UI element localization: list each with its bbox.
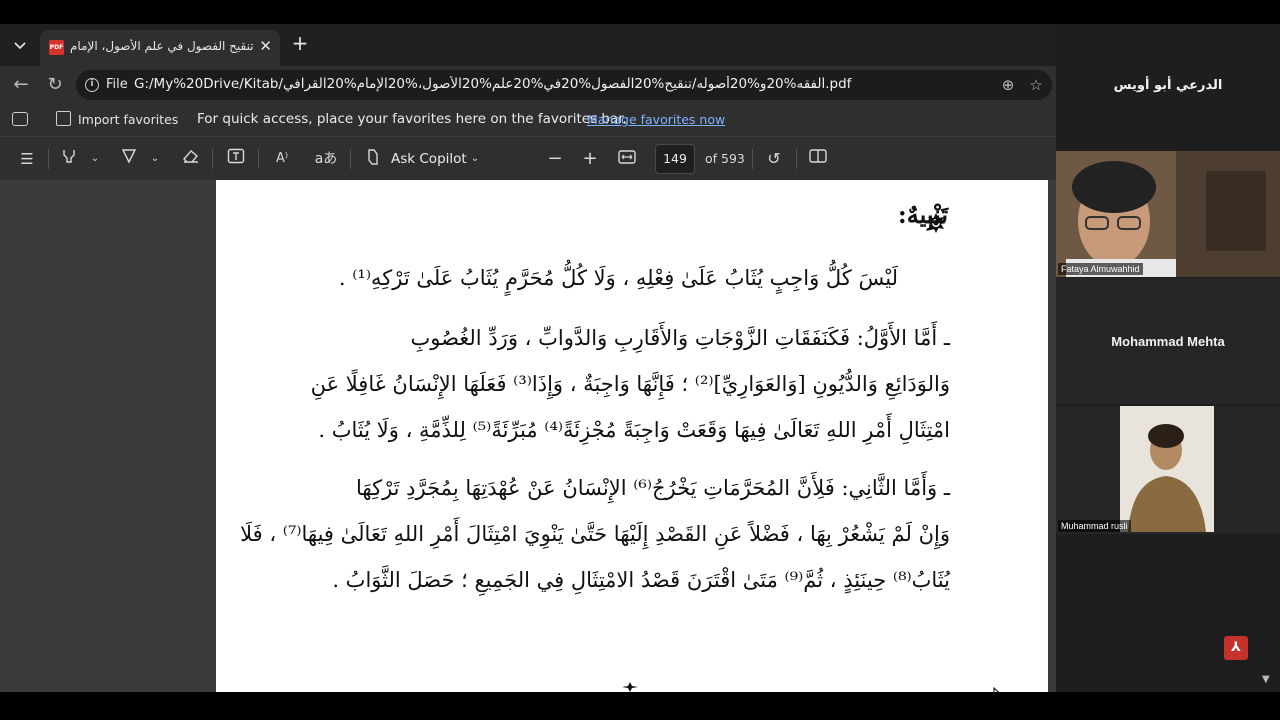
url-text[interactable]: G:/My%20Drive/Kitab/الفقه%20و%20أصوله/تن…: [134, 76, 964, 92]
paragraph-line: وَالوَدَائِعِ وَالدُّيُونِ [وَالعَوَارِي…: [310, 372, 950, 396]
participant-video: [1056, 151, 1280, 277]
read-aloud-icon[interactable]: A⁾: [270, 148, 294, 170]
manage-favorites-link[interactable]: Manage favorites now: [587, 112, 725, 127]
participant-caption: Fataya Almuwahhid: [1058, 263, 1143, 275]
new-tab-plus-icon[interactable]: +: [288, 32, 312, 56]
paragraph-line: يُثَابُ⁽⁸⁾ حِينَئِذٍ ، ثُمَّ⁽⁹⁾ مَتَىٰ ا…: [332, 568, 950, 592]
pdf-toolbar: ☰ ⌄ ⌄ A⁾ aあ Ask Copilot ⌄ − + 149 of 593…: [0, 136, 1056, 180]
highlight-chevron-down-icon[interactable]: ⌄: [88, 148, 102, 170]
import-favorites-button[interactable]: Import favorites: [78, 112, 178, 127]
toolbar-separator: [796, 149, 797, 169]
tab-list-icon[interactable]: [12, 112, 28, 126]
ask-copilot-button[interactable]: Ask Copilot: [391, 151, 467, 167]
scheme-label: File: [106, 77, 128, 92]
highlight-icon[interactable]: [58, 148, 80, 170]
scroll-down-icon[interactable]: ▼: [1262, 674, 1270, 685]
page-total-label: of 593: [705, 151, 745, 166]
paragraph-line: امْتِثَالِ أَمْرِ اللهِ تَعَالَىٰ فِيهَا…: [318, 418, 950, 442]
navigation-row: ← ↻ i File G:/My%20Drive/Kitab/الفقه%20و…: [0, 66, 1056, 104]
favorites-bar-message: For quick access, place your favorites h…: [197, 111, 627, 127]
bottom-ornament-icon: [622, 682, 638, 692]
participant-video: [1056, 406, 1280, 534]
text-box-icon[interactable]: [225, 148, 247, 170]
zoom-magnifier-icon[interactable]: ⊕: [998, 75, 1018, 95]
pdf-document-area[interactable]: تَنْبِيهٌ: لَيْسَ كُلُّ وَاجِبٍ يُثَابُ …: [0, 180, 1056, 707]
zoom-out-icon[interactable]: −: [544, 148, 566, 170]
paragraph-line: لَيْسَ كُلُّ وَاجِبٍ يُثَابُ عَلَىٰ فِعْ…: [338, 266, 898, 290]
top-black-bar: [0, 0, 1280, 24]
participant-name: Mohammad Mehta: [1111, 334, 1225, 349]
zoom-in-icon[interactable]: +: [579, 148, 601, 170]
paragraph-line: وَإِنْ لَمْ يَشْعُرْ بِهَا ، فَضْلاً عَن…: [240, 522, 950, 546]
draw-chevron-down-icon[interactable]: ⌄: [148, 148, 162, 170]
translate-icon[interactable]: aあ: [314, 148, 338, 170]
favorite-star-icon[interactable]: ☆: [1026, 75, 1046, 95]
bottom-black-bar: [0, 692, 1280, 720]
copilot-icon[interactable]: [362, 148, 384, 170]
tab-strip: PDF تنقيح الفصول في علم الأصول، الإمام ✕…: [0, 24, 1056, 66]
participant-tile[interactable]: Muhammad rusli: [1056, 406, 1280, 534]
browser-window: PDF تنقيح الفصول في علم الأصول، الإمام ✕…: [0, 24, 1056, 707]
page-view-icon[interactable]: [807, 148, 829, 170]
copilot-chevron-down-icon[interactable]: ⌄: [468, 148, 482, 170]
page-number-input[interactable]: 149: [655, 144, 695, 174]
participant-name: الدرعي أبو أويس: [1113, 78, 1223, 93]
participant-tile[interactable]: Fataya Almuwahhid: [1056, 151, 1280, 277]
toolbar-separator: [258, 149, 259, 169]
section-heading: تَنْبِيهٌ:: [897, 200, 948, 229]
draw-icon[interactable]: [118, 148, 140, 170]
refresh-icon[interactable]: ↻: [44, 74, 66, 96]
tab-title: تنقيح الفصول في علم الأصول، الإمام: [70, 39, 254, 53]
toolbar-separator: [48, 149, 49, 169]
rotate-icon[interactable]: ↺: [763, 148, 785, 170]
tab-close-icon[interactable]: ✕: [259, 37, 272, 55]
paragraph-line: ـ أَمَّا الأَوَّلُ: فَكَنَفَقَاتِ الزَّو…: [410, 326, 950, 350]
participant-caption: Muhammad rusli: [1058, 520, 1131, 532]
toolbar-separator: [350, 149, 351, 169]
tab-pdf-document[interactable]: PDF تنقيح الفصول في علم الأصول، الإمام ✕: [40, 30, 280, 66]
import-icon[interactable]: [56, 111, 71, 126]
info-icon[interactable]: i: [85, 78, 99, 92]
acrobat-pdf-icon[interactable]: ⅄: [1224, 636, 1248, 660]
eraser-icon[interactable]: [180, 148, 202, 170]
pdf-file-icon: PDF: [49, 40, 64, 55]
toolbar-separator: [752, 149, 753, 169]
pdf-page[interactable]: تَنْبِيهٌ: لَيْسَ كُلُّ وَاجِبٍ يُثَابُ …: [216, 180, 1048, 692]
video-call-panel: الدرعي أبو أويس Fataya Almuwahhid Mohamm…: [1056, 24, 1280, 692]
address-bar[interactable]: i File G:/My%20Drive/Kitab/الفقه%20و%20أ…: [76, 70, 1052, 100]
participant-tile[interactable]: الدرعي أبو أويس: [1056, 24, 1280, 150]
favorites-bar: Import favorites For quick access, place…: [0, 104, 1056, 136]
tab-actions-chevron-down-icon[interactable]: [6, 32, 34, 60]
back-arrow-icon[interactable]: ←: [10, 74, 32, 96]
participant-tile[interactable]: Mohammad Mehta: [1056, 278, 1280, 404]
toolbar-separator: [212, 149, 213, 169]
contents-list-icon[interactable]: ☰: [16, 148, 38, 170]
fit-to-width-icon[interactable]: [616, 148, 638, 170]
paragraph-line: ـ وَأَمَّا الثَّانِي: فَلِأَنَّ المُحَرَ…: [356, 476, 950, 500]
